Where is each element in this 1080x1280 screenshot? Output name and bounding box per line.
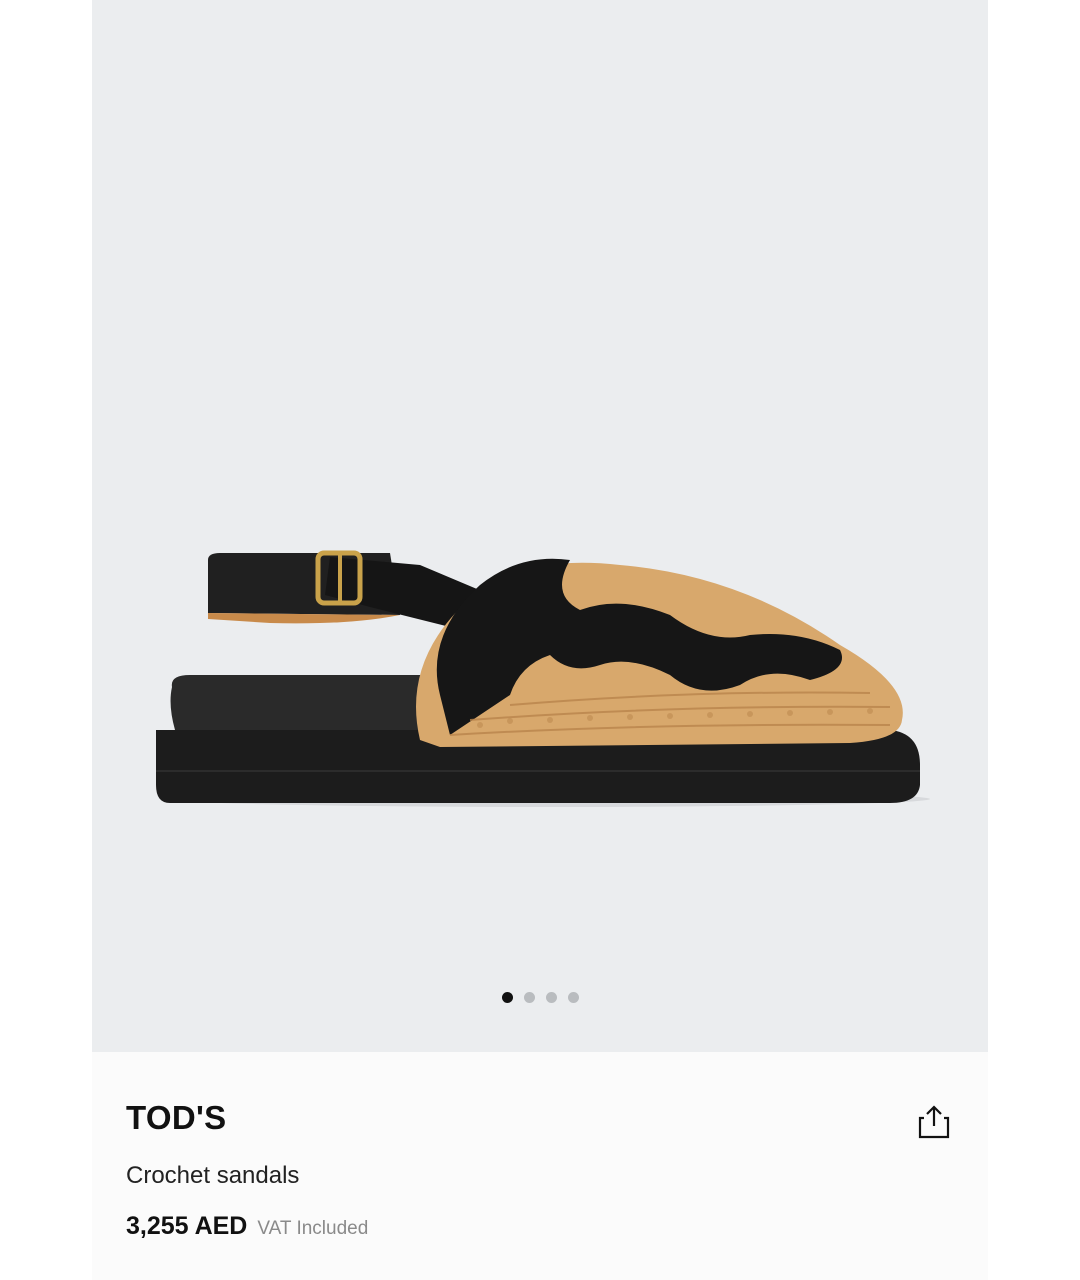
product-image[interactable] [150, 535, 930, 825]
gallery-dot-4[interactable] [567, 992, 579, 1003]
product-page: TOD'S Crochet sandals 3,255 AED VAT Incl… [92, 0, 988, 1280]
gallery-dot-3[interactable] [545, 992, 557, 1003]
gallery-dot-2[interactable] [523, 992, 535, 1003]
product-gallery[interactable] [92, 0, 988, 1052]
brand-name[interactable]: TOD'S [126, 1099, 226, 1137]
product-info: TOD'S Crochet sandals 3,255 AED VAT Incl… [92, 1052, 988, 1280]
share-icon [918, 1105, 950, 1139]
vat-note: VAT Included [257, 1218, 369, 1239]
product-price: 3,255 AED [126, 1212, 248, 1240]
gallery-dot-1[interactable] [501, 992, 513, 1003]
gallery-pagination[interactable] [92, 992, 988, 1004]
share-button[interactable] [912, 1100, 956, 1144]
price-row: 3,255 AED VAT Included [126, 1212, 368, 1241]
product-name: Crochet sandals [126, 1162, 300, 1189]
